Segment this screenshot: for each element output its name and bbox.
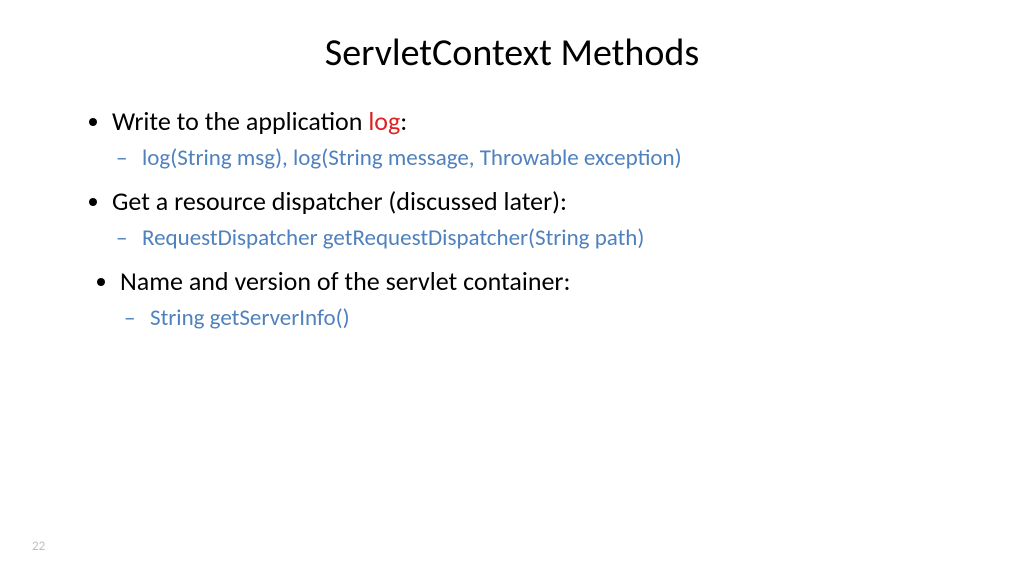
sub-item-3: String getServerInfo()	[150, 303, 954, 334]
page-number: 22	[32, 539, 45, 554]
bullet-3-text: Name and version of the servlet containe…	[120, 265, 570, 297]
sub-item-2: RequestDispatcher getRequestDispatcher(S…	[142, 223, 954, 254]
bullet-1-text-pre: Write to the application	[112, 105, 368, 137]
bullet-1-text-post: :	[400, 105, 407, 137]
bullet-item-1: Write to the application log: log(String…	[112, 104, 954, 174]
sub-list-3: String getServerInfo()	[120, 303, 954, 334]
sub-item-1: log(String msg), log(String message, Thr…	[142, 143, 954, 174]
slide-title: ServletContext Methods	[70, 30, 954, 76]
bullet-1-highlight: log	[368, 105, 400, 137]
sub-list-2: RequestDispatcher getRequestDispatcher(S…	[112, 223, 954, 254]
bullet-item-3: Name and version of the servlet containe…	[120, 264, 954, 334]
bullet-2-text: Get a resource dispatcher (discussed lat…	[112, 185, 567, 217]
sub-list-1: log(String msg), log(String message, Thr…	[112, 143, 954, 174]
bullet-list: Write to the application log: log(String…	[70, 104, 954, 334]
slide: ServletContext Methods Write to the appl…	[0, 0, 1024, 576]
bullet-item-2: Get a resource dispatcher (discussed lat…	[112, 184, 954, 254]
